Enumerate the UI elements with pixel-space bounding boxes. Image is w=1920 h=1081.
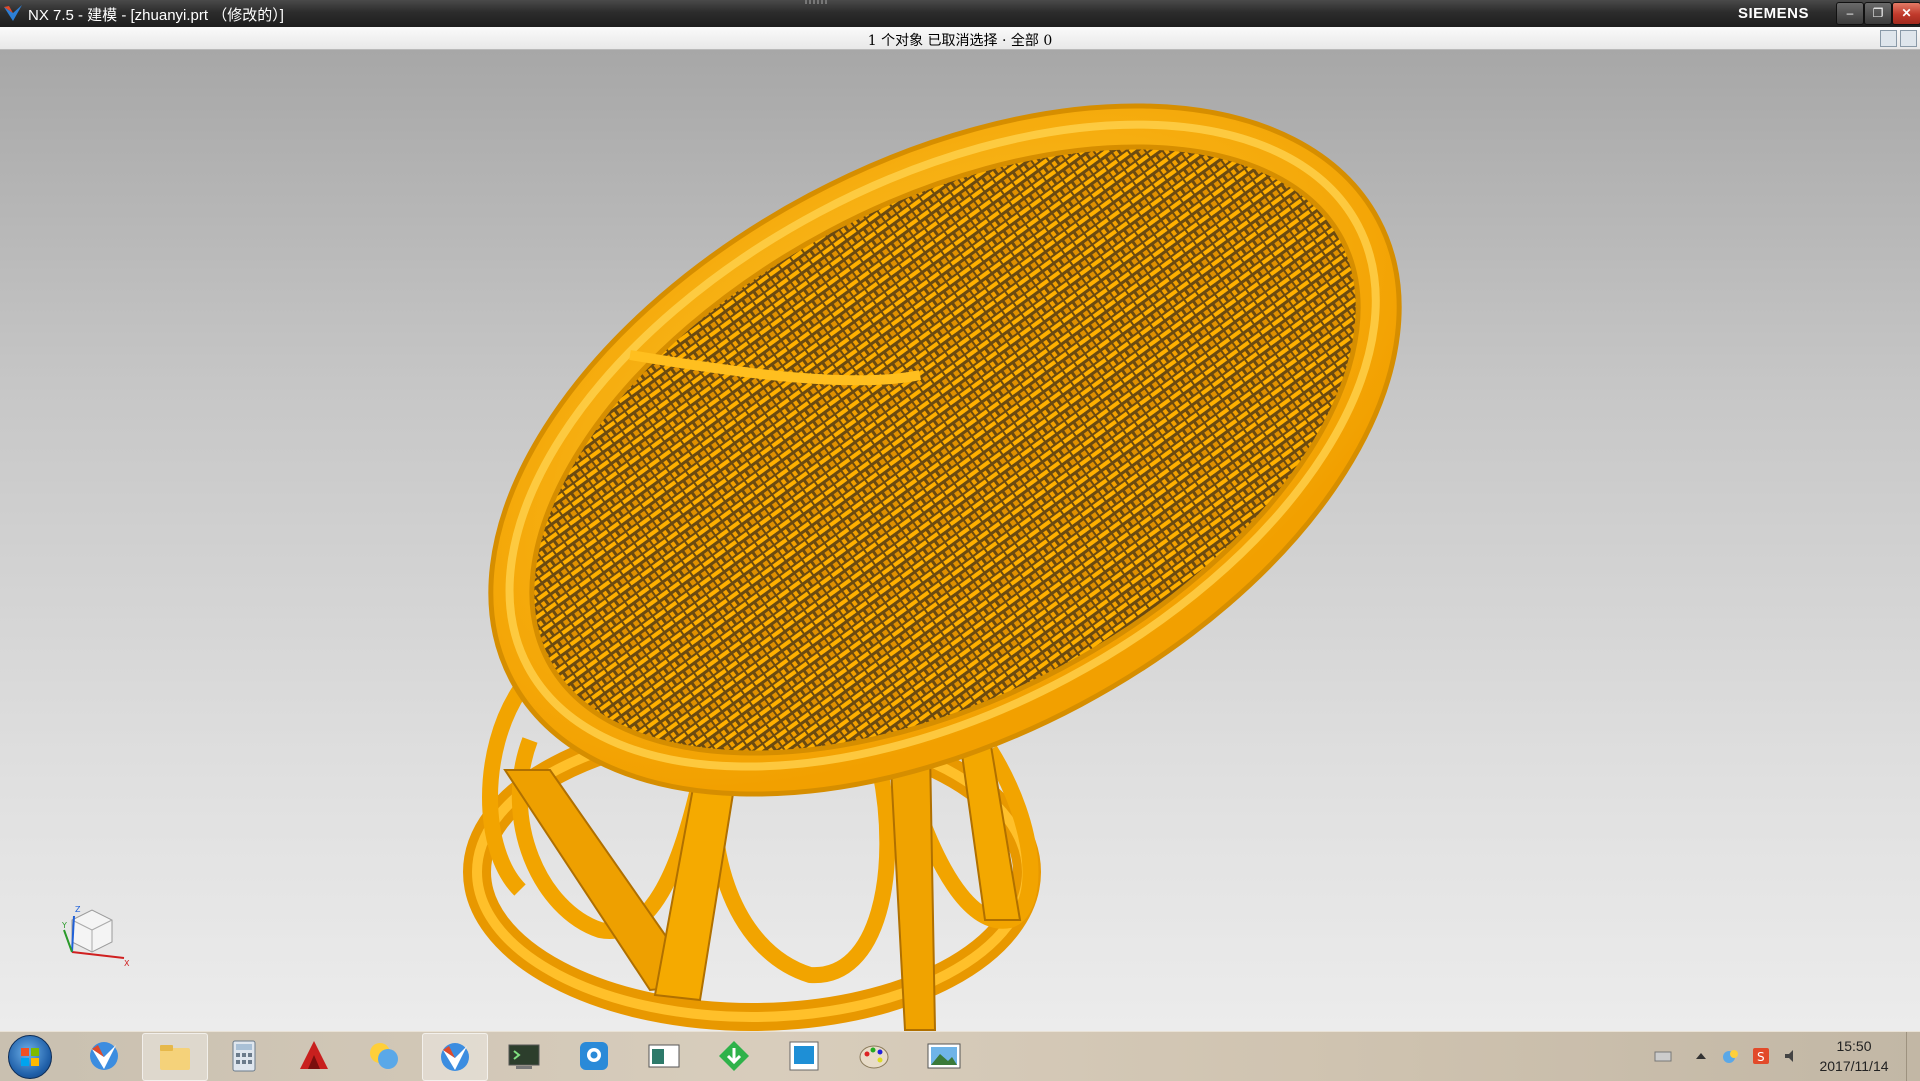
taskbar-nx-active[interactable] [422,1033,488,1081]
window-icon [648,1044,680,1068]
title-grip[interactable] [805,0,829,4]
window-title: NX 7.5 - 建模 - [zhuanyi.prt （修改的）] [28,7,284,24]
close-button[interactable]: ✕ [1892,2,1920,25]
minimize-button[interactable]: – [1836,2,1864,25]
fullscreen-toggle-button[interactable] [1900,30,1917,47]
siemens-logo: SIEMENS [1738,5,1810,22]
taskbar-blue-app[interactable] [772,1033,836,1079]
maximize-button[interactable]: ❐ [1864,2,1892,25]
taskbar-terminal[interactable] [492,1033,556,1079]
chair-model[interactable] [0,50,1920,1031]
status-bar: 1 个对象 已取消选择 · 全部 0 [0,27,1920,50]
palette-icon [859,1045,889,1069]
chat-icon [370,1043,398,1069]
graphics-viewport[interactable]: X Y Z [0,50,1920,1031]
download-icon [719,1041,749,1071]
network-icon[interactable] [1722,1047,1740,1065]
taskbar-calculator[interactable] [212,1033,276,1079]
taskbar-paint[interactable] [842,1033,906,1079]
start-button[interactable] [8,1035,52,1079]
show-desktop-button[interactable] [1906,1032,1920,1081]
taskbar-window-app[interactable] [632,1033,696,1079]
triad-z-label: Z [75,905,81,914]
triad-x-label: X [124,959,130,968]
keyboard-icon[interactable] [1654,1047,1672,1065]
taskbar-autocad[interactable] [282,1033,346,1079]
autocad-icon [300,1041,328,1069]
nx-icon [90,1042,118,1070]
taskbar-qq[interactable] [562,1033,626,1079]
taskbar-nx[interactable] [72,1033,136,1079]
taskbar-explorer[interactable] [142,1033,208,1081]
blue-square-icon [789,1041,819,1071]
sogou-ime-icon[interactable]: S [1752,1047,1770,1065]
picture-icon [927,1043,961,1069]
status-toggle-button[interactable] [1880,30,1897,47]
svg-text:S: S [1757,1050,1765,1064]
clock-time: 15:50 [1836,1038,1872,1054]
show-hidden-icons-icon[interactable] [1692,1047,1710,1065]
nx-icon [441,1043,469,1071]
nx-app-icon[interactable] [2,3,24,23]
clock-date: 2017/11/14 [1819,1058,1889,1074]
triad-y-label: Y [61,921,67,930]
system-clock[interactable]: 15:50 2017/11/14 [1804,1036,1904,1076]
taskbar-image-viewer[interactable] [912,1033,976,1079]
coordinate-triad: X Y Z [61,905,130,968]
qq-icon [580,1042,608,1070]
taskbar: S 15:50 2017/11/14 [0,1031,1920,1081]
windows-logo-icon [21,1048,39,1066]
calculator-icon [232,1040,256,1072]
taskbar-messenger[interactable] [352,1033,416,1079]
taskbar-download[interactable] [702,1033,766,1079]
terminal-icon [508,1044,540,1069]
folder-icon [160,1045,190,1070]
status-message: 1 个对象 已取消选择 · 全部 0 [867,33,1053,49]
title-bar: NX 7.5 - 建模 - [zhuanyi.prt （修改的）] SIEMEN… [0,0,1920,27]
volume-icon[interactable] [1782,1047,1800,1065]
